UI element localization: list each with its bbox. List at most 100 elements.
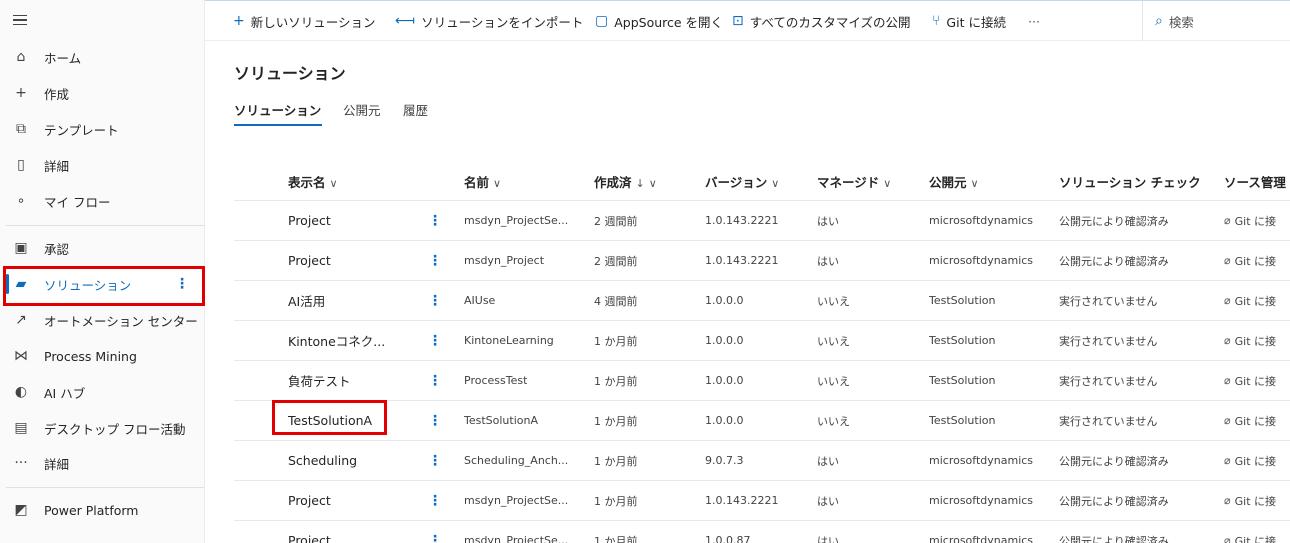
table-row[interactable]: Project msdyn_ProjectSe... 2 週間前 1.0.143.22… — [234, 200, 1290, 240]
column-header-label: ソース管理 — [1224, 175, 1286, 190]
source-control-label: Git に接 — [1234, 454, 1277, 468]
import-solution-button[interactable]: ⟻ ソリューションをインポート — [395, 1, 583, 41]
shopping-bag-icon: ▢ — [595, 13, 609, 29]
source-control-cell[interactable]: ⌀ Git に接 — [1224, 201, 1290, 240]
nav-item-my-flows[interactable]: ∘ マイ フロー — [0, 183, 205, 219]
version-cell: 1.0.0.0 — [705, 294, 744, 307]
row-more-options-icon[interactable]: ⋮ — [428, 201, 442, 240]
display-name-cell[interactable]: Kintoneコネク... — [288, 321, 385, 360]
column-header-display-name[interactable]: 表示名 ∨ — [288, 172, 338, 191]
table-row[interactable]: Project msdyn_Project 2 週間前 1.0.143.2221 はい m… — [234, 240, 1290, 280]
solution-check-cell: 公開元により確認済み — [1059, 454, 1169, 468]
hamburger-menu-icon[interactable] — [13, 12, 31, 28]
new-solution-label: 新しいソリューション — [250, 14, 376, 30]
ai-hub-icon: ◐ — [14, 384, 28, 400]
column-header-solution-check[interactable]: ソリューション チェック — [1059, 172, 1201, 191]
nav-item-learn[interactable]: ▯ 詳細 — [0, 147, 205, 183]
display-name-cell[interactable]: 負荷テスト — [288, 361, 351, 400]
column-header-publisher[interactable]: 公開元 ∨ — [929, 172, 979, 191]
publisher-cell: TestSolution — [929, 334, 996, 347]
home-icon: ⌂ — [16, 49, 26, 65]
chevron-down-icon: ∨ — [493, 177, 502, 190]
more-commands-button[interactable]: ··· — [1028, 1, 1040, 41]
tab-publishers[interactable]: 公開元 — [343, 100, 381, 119]
chevron-down-icon: ∨ — [970, 177, 979, 190]
page-title: ソリューション — [234, 64, 346, 83]
search-box[interactable]: ⌕ 検索 — [1142, 1, 1290, 41]
row-more-options-icon[interactable]: ⋮ — [428, 521, 442, 543]
source-control-cell[interactable]: ⌀ Git に接 — [1224, 441, 1290, 480]
tab-solutions[interactable]: ソリューション — [234, 100, 321, 119]
publisher-cell: TestSolution — [929, 294, 996, 307]
display-name-cell[interactable]: Scheduling — [288, 441, 357, 480]
column-header-managed[interactable]: マネージド ∨ — [817, 172, 891, 191]
source-control-cell[interactable]: ⌀ Git に接 — [1224, 481, 1290, 520]
chevron-down-icon: ∨ — [329, 177, 338, 190]
column-header-source-control[interactable]: ソース管理 — [1224, 172, 1290, 191]
publish-all-button[interactable]: ⊡ すべてのカスタマイズの公開 — [732, 1, 911, 41]
nav-item-more[interactable]: ··· 詳細 — [0, 445, 205, 481]
tab-history[interactable]: 履歴 — [403, 100, 428, 119]
nav-item-create[interactable]: + 作成 — [0, 75, 205, 111]
row-more-options-icon[interactable]: ⋮ — [428, 401, 442, 440]
nav-item-label: 詳細 — [44, 456, 70, 472]
git-connect-icon: ⌀ — [1224, 374, 1231, 387]
name-cell: Scheduling_Anch... — [464, 454, 569, 467]
nav-item-process-mining[interactable]: ⋈ Process Mining — [0, 338, 205, 374]
import-solution-label: ソリューションをインポート — [421, 14, 584, 30]
git-connect-icon: ⌀ — [1224, 454, 1231, 467]
row-more-options-icon[interactable]: ⋮ — [428, 361, 442, 400]
nav-item-desktop-flow-activity[interactable]: ▤ デスクトップ フロー活動 — [0, 410, 205, 446]
table-row[interactable]: Project msdyn_ProjectSe... 1 か月前 1.0.0.87 はい… — [234, 520, 1290, 543]
name-cell: KintoneLearning — [464, 334, 554, 347]
open-appsource-button[interactable]: ▢ AppSource を開く — [595, 1, 723, 41]
nav-item-approvals[interactable]: ▣ 承認 — [0, 230, 205, 266]
nav-item-home[interactable]: ⌂ ホーム — [0, 39, 205, 75]
approval-icon: ▣ — [14, 240, 28, 256]
nav-item-power-platform[interactable]: ◩ Power Platform — [0, 492, 205, 528]
table-row[interactable]: Project msdyn_ProjectSe... 1 か月前 1.0.143.22… — [234, 480, 1290, 520]
column-header-label: バージョン — [705, 175, 768, 190]
created-cell: 1 か月前 — [594, 454, 638, 468]
new-solution-button[interactable]: + 新しいソリューション — [233, 1, 376, 41]
chevron-down-icon: ∨ — [648, 177, 657, 190]
source-control-cell[interactable]: ⌀ Git に接 — [1224, 321, 1290, 360]
nav-item-automation-center[interactable]: ↗ オートメーション センター — [0, 302, 205, 338]
row-more-options-icon[interactable]: ⋮ — [428, 481, 442, 520]
source-control-cell[interactable]: ⌀ Git に接 — [1224, 241, 1290, 280]
column-header-name[interactable]: 名前 ∨ — [464, 172, 501, 191]
managed-cell: いいえ — [817, 414, 850, 428]
managed-cell: いいえ — [817, 374, 850, 388]
row-more-options-icon[interactable]: ⋮ — [428, 241, 442, 280]
display-name-cell[interactable]: Project — [288, 521, 331, 543]
row-more-options-icon[interactable]: ⋮ — [428, 321, 442, 360]
source-control-cell[interactable]: ⌀ Git に接 — [1224, 521, 1290, 543]
table-row[interactable]: Kintoneコネク... KintoneLearning 1 か月前 1.0.0.0… — [234, 320, 1290, 360]
source-control-cell[interactable]: ⌀ Git に接 — [1224, 401, 1290, 440]
column-header-label: 公開元 — [929, 175, 967, 190]
row-more-options-icon[interactable]: ⋮ — [428, 441, 442, 480]
column-header-created[interactable]: 作成済 ↓ ∨ — [594, 172, 657, 191]
created-cell: 2 週間前 — [594, 214, 638, 228]
display-name-cell[interactable]: Project — [288, 201, 331, 240]
connect-git-button[interactable]: ⑂ Git に接続 — [932, 1, 1006, 41]
created-cell: 1 か月前 — [594, 334, 638, 348]
column-header-version[interactable]: バージョン ∨ — [705, 172, 779, 191]
table-row[interactable]: TestSolutionA TestSolutionA 1 か月前 1.0.0.0 いい… — [234, 400, 1290, 440]
table-row[interactable]: Scheduling Scheduling_Anch... 1 か月前 9.0.7.3… — [234, 440, 1290, 480]
import-icon: ⟻ — [395, 13, 416, 29]
source-control-label: Git に接 — [1234, 374, 1277, 388]
source-control-cell[interactable]: ⌀ Git に接 — [1224, 361, 1290, 400]
column-header-label: マネージド — [817, 175, 880, 190]
display-name-cell[interactable]: AI活用 — [288, 281, 325, 320]
nav-item-ai-hub[interactable]: ◐ AI ハブ — [0, 374, 205, 410]
table-row[interactable]: 負荷テスト ProcessTest 1 か月前 1.0.0.0 いいえ TestSolut… — [234, 360, 1290, 400]
display-name-cell[interactable]: Project — [288, 241, 331, 280]
nav-item-templates[interactable]: ⧉ テンプレート — [0, 111, 205, 147]
managed-cell: はい — [817, 494, 839, 508]
display-name-cell[interactable]: Project — [288, 481, 331, 520]
row-more-options-icon[interactable]: ⋮ — [428, 281, 442, 320]
table-row[interactable]: AI活用 AIUse 4 週間前 1.0.0.0 いいえ TestSolution 実行され… — [234, 280, 1290, 320]
name-cell: msdyn_ProjectSe... — [464, 494, 569, 507]
source-control-cell[interactable]: ⌀ Git に接 — [1224, 281, 1290, 320]
